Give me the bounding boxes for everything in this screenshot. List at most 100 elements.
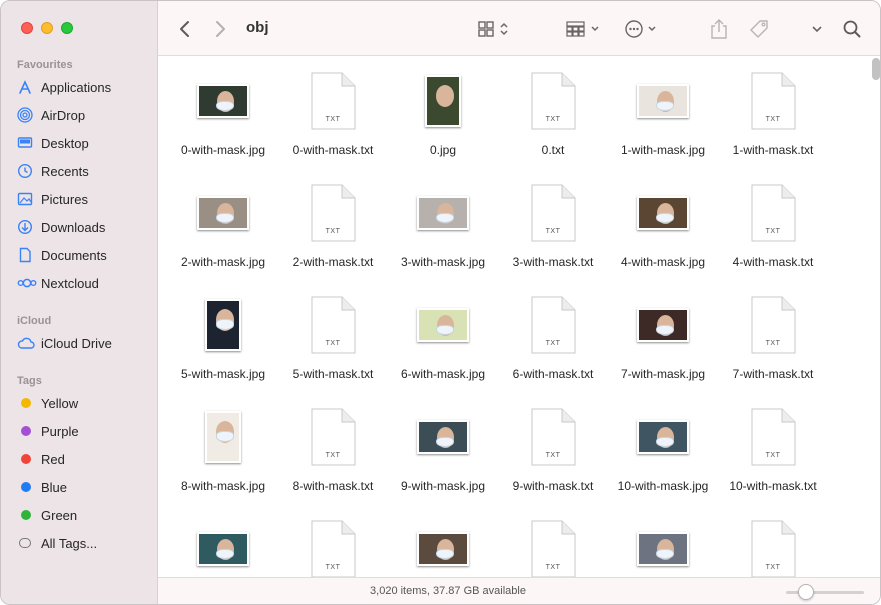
sidebar-item-airdrop[interactable]: AirDrop xyxy=(1,101,158,129)
file-item[interactable]: TXT 2-with-mask.txt xyxy=(278,182,388,294)
toolbar-overflow-button[interactable] xyxy=(811,17,823,41)
file-item[interactable]: 2-with-mask.jpg xyxy=(168,182,278,294)
back-button[interactable] xyxy=(178,17,192,41)
status-text: 3,020 items, 37.87 GB available xyxy=(370,585,526,597)
grid-view-icon xyxy=(478,21,508,37)
sidebar-item-icloud-drive[interactable]: iCloud Drive xyxy=(1,329,158,357)
action-button[interactable] xyxy=(625,17,663,41)
file-item[interactable]: 0-with-mask.jpg xyxy=(168,70,278,182)
file-name: 2-with-mask.txt xyxy=(292,255,374,269)
sidebar-item-recents[interactable]: Recents xyxy=(1,157,158,185)
file-thumbnail xyxy=(168,294,278,356)
file-thumbnail xyxy=(608,518,718,577)
icon-size-slider-knob[interactable] xyxy=(797,584,814,600)
image-thumbnail xyxy=(197,84,249,118)
sidebar-item-applications[interactable]: Applications xyxy=(1,73,158,101)
file-item[interactable]: TXT 8-with-mask.txt xyxy=(278,406,388,518)
file-item[interactable]: TXT 0.txt xyxy=(498,70,608,182)
forward-button[interactable] xyxy=(213,17,227,41)
text-document-icon: TXT xyxy=(530,520,576,577)
minimize-window-button[interactable] xyxy=(41,22,53,34)
file-item[interactable]: 7-with-mask.jpg xyxy=(608,294,718,406)
sidebar-tag-purple[interactable]: Purple xyxy=(1,417,158,445)
sidebar-tag-alltags[interactable]: All Tags... xyxy=(1,529,158,557)
file-item[interactable]: 9-with-mask.jpg xyxy=(388,406,498,518)
sidebar-item-label: Yellow xyxy=(41,395,79,411)
face-mask-shape xyxy=(436,324,454,335)
file-thumbnail xyxy=(168,518,278,577)
file-item[interactable]: TXT 5-with-mask.txt xyxy=(278,294,388,406)
file-item[interactable]: 3-with-mask.jpg xyxy=(388,182,498,294)
face-mask-shape xyxy=(436,212,454,223)
file-thumbnail xyxy=(388,70,498,132)
chevron-left-icon xyxy=(180,21,189,37)
file-item[interactable]: 4-with-mask.jpg xyxy=(608,182,718,294)
file-thumbnail: TXT xyxy=(718,182,828,244)
sidebar-item-label: Nextcloud xyxy=(41,275,99,291)
file-item[interactable]: TXT 3-with-mask.txt xyxy=(498,182,608,294)
file-name: 3-with-mask.jpg xyxy=(400,255,486,269)
close-window-button[interactable] xyxy=(21,22,33,34)
file-item[interactable] xyxy=(608,518,718,577)
text-document-icon: TXT xyxy=(750,520,796,577)
sidebar-item-label: Recents xyxy=(41,163,89,179)
sidebar-tag-blue[interactable]: Blue xyxy=(1,473,158,501)
file-item[interactable]: TXT 1-with-mask.txt xyxy=(718,70,828,182)
pictures-icon xyxy=(17,191,37,207)
face-mask-shape xyxy=(216,212,234,223)
file-item[interactable]: TXT xyxy=(498,518,608,577)
file-name: 4-with-mask.jpg xyxy=(620,255,706,269)
file-type-label: TXT xyxy=(545,228,561,235)
sidebar-tag-yellow[interactable]: Yellow xyxy=(1,389,158,417)
sidebar-item-documents[interactable]: Documents xyxy=(1,241,158,269)
search-button[interactable] xyxy=(843,17,861,41)
file-item[interactable] xyxy=(168,518,278,577)
scroll-thumb[interactable] xyxy=(872,58,880,80)
file-type-label: TXT xyxy=(325,340,341,347)
file-item[interactable]: 0.jpg xyxy=(388,70,498,182)
file-item[interactable]: TXT 6-with-mask.txt xyxy=(498,294,608,406)
sidebar-item-pictures[interactable]: Pictures xyxy=(1,185,158,213)
icloud-heading: iCloud xyxy=(17,315,52,327)
sidebar-item-label: Green xyxy=(41,507,78,523)
fullscreen-window-button[interactable] xyxy=(61,22,73,34)
file-item[interactable]: TXT 9-with-mask.txt xyxy=(498,406,608,518)
sidebar-item-nextcloud[interactable]: Nextcloud xyxy=(1,269,158,297)
image-thumbnail xyxy=(197,532,249,566)
sidebar-tag-red[interactable]: Red xyxy=(1,445,158,473)
file-browser[interactable]: 0-with-mask.jpg TXT 0-with-mask.txt 0.jpg TX… xyxy=(158,56,880,577)
group-button[interactable] xyxy=(566,17,604,41)
file-item[interactable]: 5-with-mask.jpg xyxy=(168,294,278,406)
image-thumbnail xyxy=(637,308,689,342)
file-item[interactable]: TXT xyxy=(718,518,828,577)
file-item[interactable]: TXT 10-with-mask.txt xyxy=(718,406,828,518)
text-document-icon: TXT xyxy=(530,72,576,130)
file-item[interactable]: 10-with-mask.jpg xyxy=(608,406,718,518)
view-mode-button[interactable] xyxy=(478,17,516,41)
file-item[interactable]: 1-with-mask.jpg xyxy=(608,70,718,182)
file-name: 6-with-mask.txt xyxy=(512,367,594,381)
file-name: 9-with-mask.txt xyxy=(512,479,594,493)
toolbar: obj xyxy=(158,1,880,56)
share-button[interactable] xyxy=(710,17,728,41)
file-thumbnail: TXT xyxy=(278,182,388,244)
vertical-scrollbar[interactable] xyxy=(871,58,880,573)
face-mask-shape xyxy=(656,436,674,447)
file-item[interactable]: 6-with-mask.jpg xyxy=(388,294,498,406)
file-item[interactable]: TXT 7-with-mask.txt xyxy=(718,294,828,406)
face-mask-shape xyxy=(436,548,454,559)
file-type-label: TXT xyxy=(325,452,341,459)
file-item[interactable]: 8-with-mask.jpg xyxy=(168,406,278,518)
sidebar-item-desktop[interactable]: Desktop xyxy=(1,129,158,157)
file-item[interactable]: TXT 4-with-mask.txt xyxy=(718,182,828,294)
face-mask-shape xyxy=(656,212,674,223)
file-item[interactable]: TXT 0-with-mask.txt xyxy=(278,70,388,182)
file-item[interactable]: TXT xyxy=(278,518,388,577)
edit-tags-button[interactable] xyxy=(748,17,770,41)
sidebar-item-downloads[interactable]: Downloads xyxy=(1,213,158,241)
chevron-right-icon xyxy=(216,21,225,37)
file-name: 8-with-mask.txt xyxy=(292,479,374,493)
sidebar-item-label: All Tags... xyxy=(41,535,98,551)
sidebar-tag-green[interactable]: Green xyxy=(1,501,158,529)
file-item[interactable] xyxy=(388,518,498,577)
